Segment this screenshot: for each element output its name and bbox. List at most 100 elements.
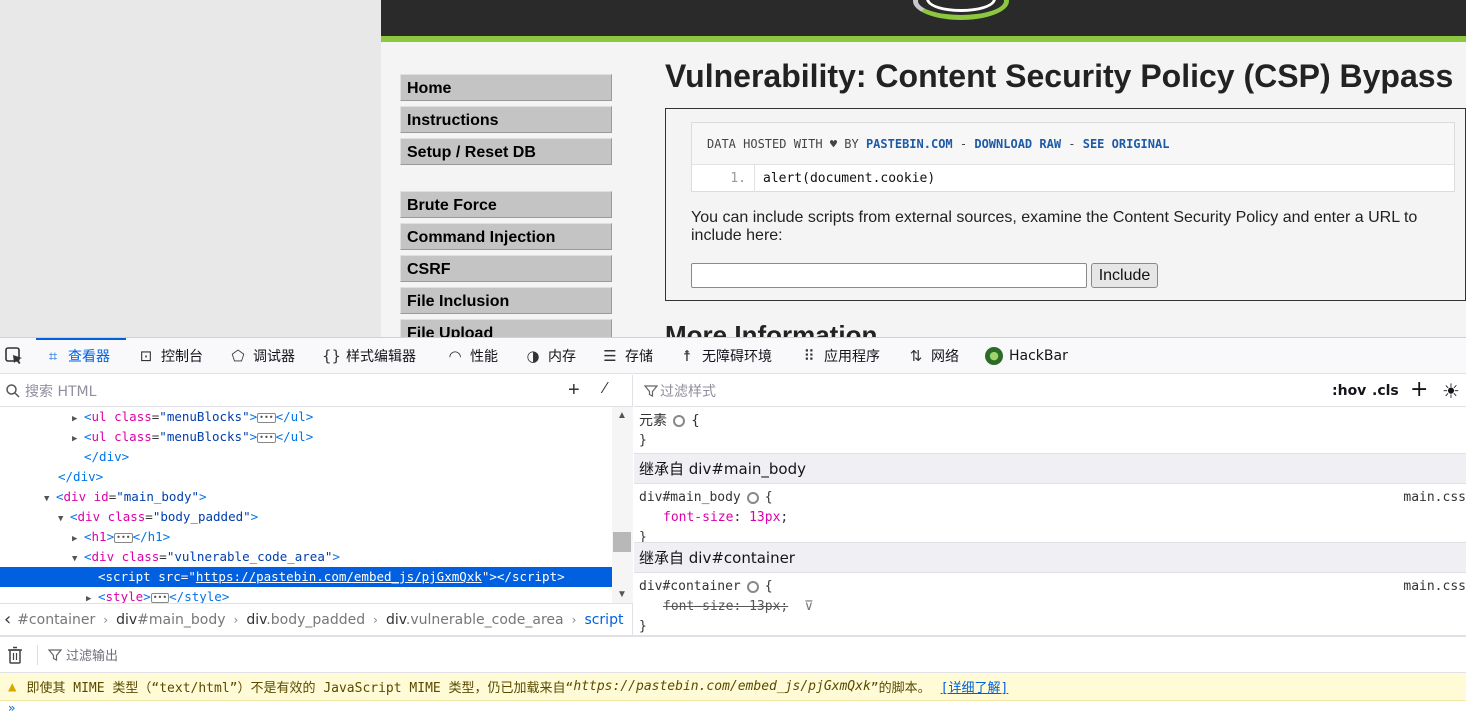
tree-node-script-selected[interactable]: <script src="https://pastebin.com/embed_…: [0, 567, 612, 587]
scrollbar-thumb[interactable]: [613, 532, 631, 552]
cls-toggle[interactable]: .cls: [1372, 383, 1399, 399]
download-raw-link[interactable]: DOWNLOAD RAW: [974, 137, 1061, 151]
gear-icon[interactable]: [746, 491, 759, 504]
scroll-up-icon[interactable]: ▲: [617, 410, 627, 421]
crumb-tag: div: [246, 611, 267, 628]
property-name[interactable]: font-size: [663, 599, 733, 614]
tab-application[interactable]: ⠿ 应用程序: [800, 338, 881, 374]
stylesheet-link[interactable]: main.css: [1403, 577, 1466, 597]
breadcrumb-item[interactable]: #container: [17, 612, 95, 628]
rule-selector[interactable]: div#container: [639, 579, 741, 594]
attr-value: vulnerable_code_area: [174, 549, 325, 564]
add-rule-icon[interactable]: +: [1410, 377, 1428, 402]
search-html-input[interactable]: 搜索 HTML: [25, 381, 96, 401]
menu-item-file-inclusion[interactable]: File Inclusion: [400, 287, 612, 314]
eyedropper-icon[interactable]: ⁄: [604, 380, 607, 398]
attr-value: main_body: [123, 489, 192, 504]
chevron-left-icon[interactable]: ‹: [4, 609, 11, 630]
tab-storage[interactable]: ☰ 存储: [601, 338, 653, 374]
tree-close-tag[interactable]: </div>: [58, 467, 103, 487]
attr-value-link[interactable]: https://pastebin.com/embed_js/pjGxmQxk: [196, 569, 482, 584]
breadcrumb-item[interactable]: div.vulnerable_code_area: [386, 612, 564, 628]
breadcrumb-item[interactable]: div.body_padded: [246, 612, 365, 628]
crumb-separator-icon: ›: [373, 612, 378, 627]
crumb-tag: div: [385, 611, 406, 628]
include-url-input[interactable]: [691, 263, 1087, 288]
stylesheet-link[interactable]: main.css: [1403, 488, 1466, 508]
include-button[interactable]: Include: [1091, 263, 1158, 288]
crumb-separator-icon: ›: [571, 612, 577, 627]
element-picker-button[interactable]: [4, 338, 24, 374]
markup-scrollbar[interactable]: ▲ ▼: [612, 407, 633, 603]
light-theme-icon[interactable]: ☀: [1442, 379, 1460, 403]
crumb-rest: .vulnerable_code_area: [405, 611, 564, 628]
attr-value: body_padded: [160, 509, 244, 524]
see-original-link[interactable]: SEE ORIGINAL: [1083, 137, 1170, 151]
console-input-prompt[interactable]: »: [8, 701, 15, 713]
property-value[interactable]: 13px: [749, 599, 780, 614]
tree-node-ul[interactable]: ▶ <ul class="menuBlocks"> ••• </ul>: [72, 407, 313, 427]
declaration[interactable]: font-size: 13px;: [639, 508, 1466, 528]
menu-item-command-injection[interactable]: Command Injection: [400, 223, 612, 250]
menu-item-file-upload[interactable]: File Upload: [400, 319, 612, 337]
breadcrumb-item[interactable]: div#main_body: [116, 612, 225, 628]
menu-item-instructions[interactable]: Instructions: [400, 106, 612, 133]
tree-node-vulnerable-code-area[interactable]: ▼ <div class="vulnerable_code_area">: [72, 547, 340, 567]
menu-item-home[interactable]: Home: [400, 74, 612, 101]
menu-block-vulns: Brute Force Command Injection CSRF File …: [400, 191, 612, 337]
tab-performance[interactable]: ◠ 性能: [446, 338, 498, 374]
gear-icon[interactable]: [673, 415, 685, 427]
tab-hackbar[interactable]: ● HackBar: [985, 338, 1068, 374]
property-name[interactable]: font-size: [663, 510, 733, 525]
menu-item-brute-force[interactable]: Brute Force: [400, 191, 612, 218]
learn-more-link[interactable]: [详细了解]: [941, 677, 1009, 696]
tree-close-tag[interactable]: </div>: [84, 447, 129, 467]
attr-value: menuBlocks: [166, 429, 243, 444]
styles-filter-bar: 过滤样式 :hov .cls + ☀: [634, 375, 1466, 407]
scroll-down-icon[interactable]: ▼: [617, 589, 627, 600]
tree-node-ul[interactable]: ▶ <ul class="menuBlocks"> ••• </ul>: [72, 427, 313, 447]
tab-style-editor[interactable]: {} 样式编辑器: [322, 338, 416, 374]
hov-toggle[interactable]: :hov: [1332, 383, 1366, 399]
tree-node-h1[interactable]: ▶ <h1> ••• </h1>: [72, 527, 170, 547]
declaration-overridden[interactable]: font-size: 13px; ⊽: [639, 597, 1466, 617]
tab-memory[interactable]: ◑ 内存: [524, 338, 576, 374]
tab-inspector[interactable]: ⌗ 查看器: [44, 338, 110, 374]
menu-item-csrf[interactable]: CSRF: [400, 255, 612, 282]
console-warning-message: ▲ 即使其 MIME 类型（“text/html”）不是有效的 JavaScri…: [0, 673, 1466, 701]
embed-hosted-by: DATA HOSTED WITH ♥ BY: [707, 137, 866, 151]
property-value[interactable]: 13px: [749, 510, 780, 525]
rule-selector[interactable]: div#main_body: [639, 490, 741, 505]
tab-network[interactable]: ⇅ 网络: [907, 338, 959, 374]
pastebin-link[interactable]: PASTEBIN.COM: [866, 137, 953, 151]
devtools-toolbar: ⌗ 查看器 ⊡ 控制台 ⬠ 调试器 {} 样式编辑器 ◠ 性能 ◑ 内存 ☰ 存储 ☨ 无障碍环…: [0, 338, 1466, 374]
chevron-right-icon[interactable]: ›: [631, 609, 633, 630]
tab-debugger[interactable]: ⬠ 调试器: [229, 338, 295, 374]
tag-name: div: [77, 509, 101, 524]
trash-icon[interactable]: [7, 646, 23, 664]
tree-node-main-body[interactable]: ▼ <div id="main_body">: [44, 487, 207, 507]
menu-item-setup[interactable]: Setup / Reset DB: [400, 138, 612, 165]
dvwa-header: [381, 0, 1466, 36]
separator: -: [1061, 137, 1083, 151]
tree-node-body-padded[interactable]: ▼ <div class="body_padded">: [58, 507, 258, 527]
filter-overridden-icon[interactable]: ⊽: [804, 599, 814, 614]
tree-node-style[interactable]: ▶ <style> ••• </style>: [86, 587, 229, 603]
search-icon: [6, 383, 20, 398]
dvwa-container: Home Instructions Setup / Reset DB Brute…: [381, 0, 1466, 337]
style-editor-icon: {}: [322, 347, 342, 365]
performance-icon: ◠: [448, 347, 462, 365]
tab-label: 性能: [470, 349, 498, 365]
rule-header: 元素 {: [639, 411, 1466, 431]
gear-icon[interactable]: [746, 580, 759, 593]
tab-accessibility[interactable]: ☨ 无障碍环境: [678, 338, 772, 374]
tab-label: HackBar: [1009, 348, 1068, 364]
attr-name: class: [107, 509, 146, 524]
filter-styles-input[interactable]: 过滤样式: [660, 381, 716, 401]
filter-output-input[interactable]: 过滤输出: [66, 645, 118, 664]
breadcrumb-item-current[interactable]: script: [584, 612, 623, 628]
add-node-icon[interactable]: +: [568, 379, 580, 402]
tab-console[interactable]: ⊡ 控制台: [137, 338, 203, 374]
web-page-viewport: Home Instructions Setup / Reset DB Brute…: [0, 0, 1466, 337]
tab-label: 无障碍环境: [702, 349, 772, 365]
